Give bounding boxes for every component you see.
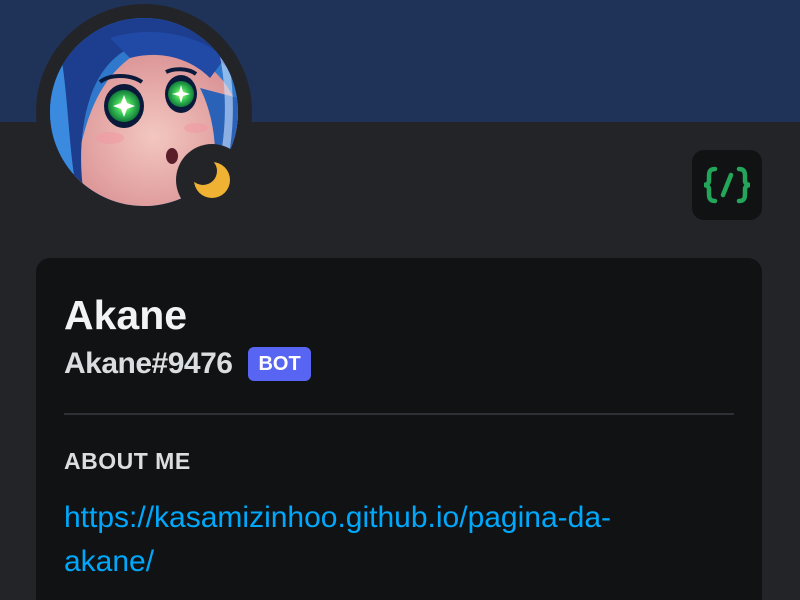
display-name: Akane xyxy=(64,292,188,338)
divider xyxy=(64,413,734,415)
bot-tag: BOT xyxy=(248,347,311,381)
active-developer-badge[interactable] xyxy=(692,150,762,220)
user-profile-popout: Akane Akane#9476 BOT ABOUT ME https://ka… xyxy=(0,0,800,600)
username: Akane#9476 xyxy=(64,347,233,380)
about-me-header: ABOUT ME xyxy=(64,448,191,474)
about-me-link[interactable]: https://kasamizinhoo.github.io/pagina-da… xyxy=(64,496,704,584)
about-me-link-line2: akane/ xyxy=(64,545,155,578)
idle-moon-icon xyxy=(188,156,236,204)
active-developer-icon xyxy=(703,166,751,204)
about-me-link-line1: https://kasamizinhoo.github.io/pagina-da… xyxy=(64,501,612,534)
username-row: Akane#9476 BOT xyxy=(64,344,311,384)
